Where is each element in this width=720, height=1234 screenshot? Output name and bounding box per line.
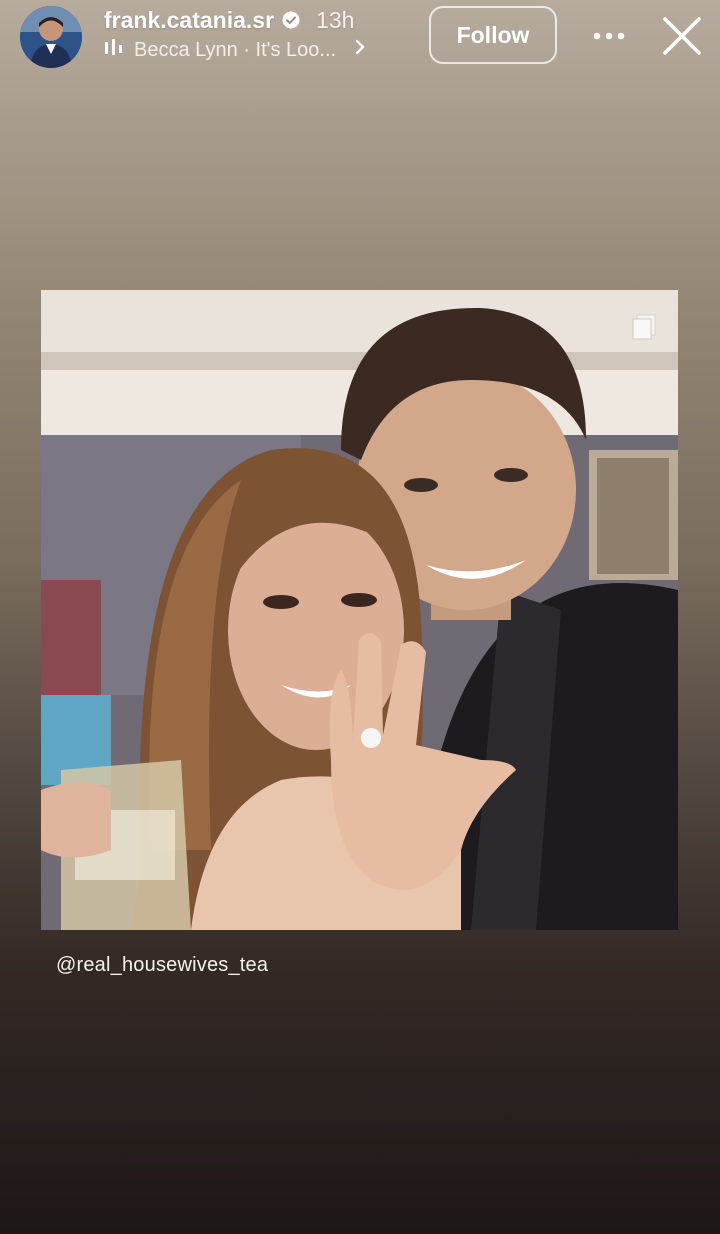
music-bars-icon: [104, 38, 124, 62]
close-icon[interactable]: [660, 14, 704, 58]
music-title: Becca Lynn · It's Loo...: [134, 38, 337, 61]
story-photo: [41, 290, 678, 930]
username[interactable]: frank.catania.sr: [104, 7, 274, 34]
music-row[interactable]: Becca Lynn · It's Loo...: [104, 37, 366, 63]
story-header: frank.catania.sr 13h Becca Lynn · It's L…: [0, 0, 720, 80]
mention-tag[interactable]: @real_housewives_tea: [56, 954, 268, 977]
post-time: 13h: [316, 6, 355, 33]
follow-button[interactable]: Follow: [429, 6, 557, 64]
verified-badge-icon: [282, 11, 300, 29]
copy-icon: [632, 314, 656, 340]
username-row: frank.catania.sr 13h: [104, 6, 354, 34]
chevron-right-icon: [354, 38, 366, 62]
more-dots-icon[interactable]: [588, 22, 630, 50]
profile-avatar[interactable]: [20, 6, 82, 68]
